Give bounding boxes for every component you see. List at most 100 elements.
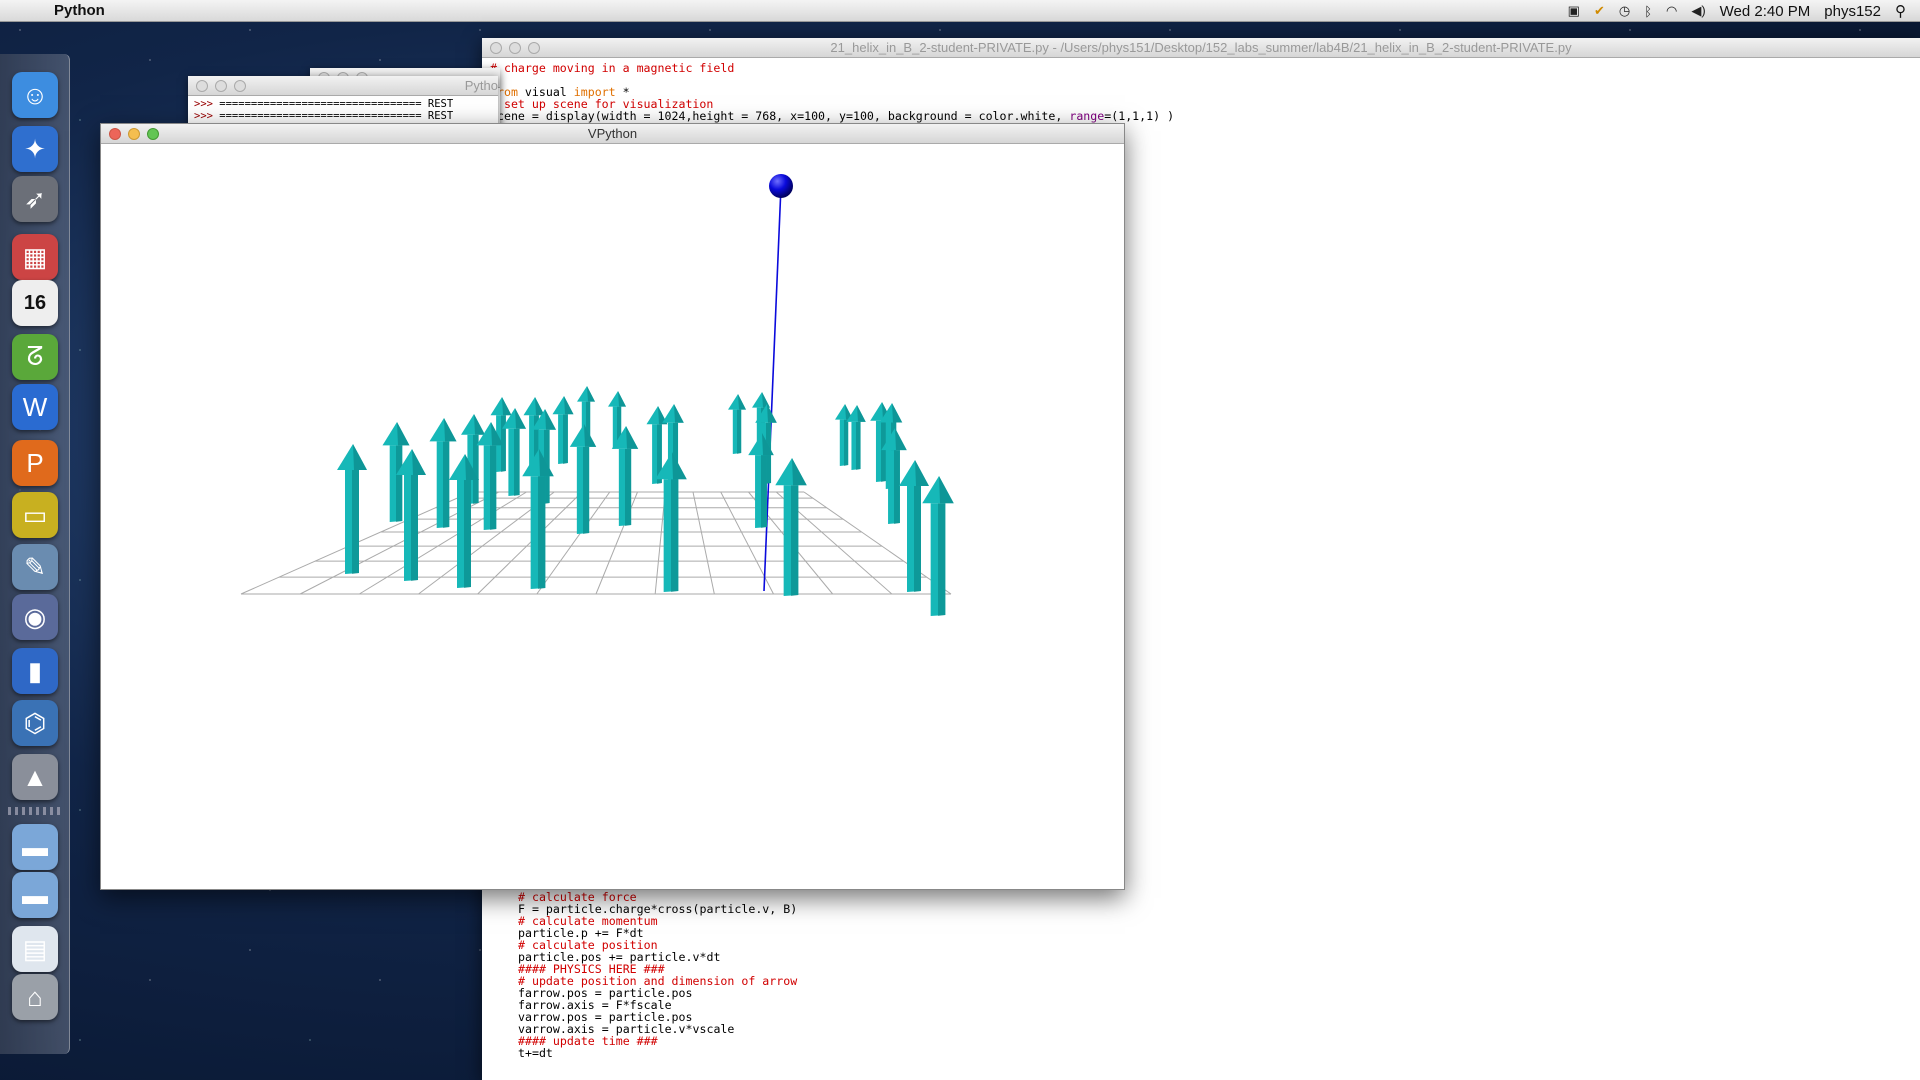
vpn-icon[interactable]: ◉: [12, 594, 58, 640]
calendar-icon[interactable]: 16: [12, 280, 58, 326]
user-menu[interactable]: phys152: [1824, 3, 1881, 20]
arrow-head-shade: [444, 418, 457, 442]
launchpad-icon[interactable]: ➶: [12, 176, 58, 222]
spotlight-icon[interactable]: ⚲: [1895, 2, 1906, 20]
rocket-icon[interactable]: ▲: [12, 754, 58, 800]
arrow-shade: [625, 448, 632, 526]
app-menu[interactable]: Python: [54, 2, 105, 19]
volume-icon[interactable]: ◀): [1691, 3, 1705, 19]
vpython-title: VPython: [587, 126, 638, 141]
logger-device-icon[interactable]: ▭: [12, 492, 58, 538]
arrow-head-shade: [738, 394, 746, 410]
3d-scene-canvas[interactable]: [101, 144, 1124, 889]
vpython-window[interactable]: VPython: [100, 123, 1125, 890]
arrow-shade: [737, 409, 742, 454]
field-arrow: [429, 418, 457, 528]
zoom-button[interactable]: [234, 80, 246, 92]
arrow-head-shade: [895, 428, 907, 451]
arrow-shade: [791, 485, 799, 596]
arrow-head-shade: [674, 404, 684, 423]
arrow-shade: [894, 450, 900, 524]
arrow-head-shade: [564, 396, 574, 415]
minimize-button[interactable]: [128, 128, 140, 140]
powerpoint-icon[interactable]: P: [12, 440, 58, 486]
field-arrow: [835, 404, 853, 466]
arrow-head-shade: [762, 392, 770, 408]
editor-titlebar[interactable]: 21_helix_in_B_2-student-PRIVATE.py - /Us…: [482, 38, 1920, 58]
audio-icon[interactable]: ▮: [12, 648, 58, 694]
arrow-shade: [396, 445, 403, 522]
arrow-head-shade: [626, 426, 639, 449]
code-line[interactable]: scene = display(width = 1024,height = 76…: [490, 110, 1174, 122]
shell-titlebar[interactable]: Pytho: [188, 76, 498, 96]
arrow-head-shade: [412, 449, 426, 475]
shell-line[interactable]: >>> ================================ RES…: [194, 110, 492, 122]
safari-icon[interactable]: ✦: [12, 126, 58, 172]
arrow-shade: [490, 445, 497, 530]
arrow-head-shade: [792, 458, 807, 486]
charged-particle-ball: [769, 174, 793, 198]
minimize-button[interactable]: [215, 80, 227, 92]
field-arrow: [655, 452, 687, 592]
menu-bar: Python ▣ ✔ ◷ ᛒ ◠ ◀) Wed 2:40 PM phys152 …: [0, 0, 1920, 22]
minimize-button[interactable]: [509, 42, 521, 54]
arrow-shade: [583, 446, 590, 534]
zoom-button[interactable]: [528, 42, 540, 54]
dock-separator: [8, 807, 62, 815]
field-arrow: [569, 424, 597, 534]
photo-booth-icon[interactable]: ▦: [12, 234, 58, 280]
field-arrow: [728, 394, 746, 454]
arrow-head-shade: [397, 422, 410, 446]
arrow-shade: [411, 475, 418, 581]
finder-icon[interactable]: ☺: [12, 72, 58, 118]
arrow-shade: [538, 476, 546, 589]
arrow-head-shade: [474, 414, 485, 435]
code-line[interactable]: t+=dt: [518, 1047, 797, 1059]
vpython-window-controls: [109, 128, 159, 140]
extension-icon[interactable]: ▣: [1568, 3, 1580, 19]
shell-output[interactable]: >>> ================================ RES…: [188, 96, 498, 124]
arrow-head-shade: [618, 391, 626, 407]
arrow-head-shade: [515, 408, 526, 429]
bluetooth-icon[interactable]: ᛒ: [1644, 4, 1652, 19]
arrow-shade: [563, 414, 568, 464]
editor-title: 21_helix_in_B_2-student-PRIVATE.py - /Us…: [830, 40, 1572, 55]
checkmark-icon[interactable]: ✔: [1594, 3, 1605, 19]
field-arrow: [337, 444, 367, 574]
close-button[interactable]: [109, 128, 121, 140]
close-button[interactable]: [490, 42, 502, 54]
arrow-shade: [881, 420, 887, 482]
python-launcher-icon[interactable]: ⌬: [12, 700, 58, 746]
logger-app-icon[interactable]: ᘔ: [12, 334, 58, 380]
preview-icon[interactable]: ✎: [12, 544, 58, 590]
field-arrow: [775, 458, 807, 596]
vpython-titlebar[interactable]: VPython: [101, 124, 1124, 144]
clock[interactable]: Wed 2:40 PM: [1720, 3, 1811, 20]
arrow-head-shade: [892, 403, 903, 423]
shell-title: Pytho: [464, 78, 498, 93]
arrow-shade: [914, 486, 921, 592]
code-line[interactable]: # charge moving in a magnetic field: [490, 62, 1174, 74]
code-bottom[interactable]: # calculate force F = particle.charge*cro…: [518, 891, 797, 1059]
zoom-button[interactable]: [147, 128, 159, 140]
folder-1-icon[interactable]: ▬: [12, 824, 58, 870]
trash-icon[interactable]: ⌂: [12, 974, 58, 1020]
arrow-shade: [761, 455, 767, 528]
field-arrow: [476, 422, 504, 530]
trajectory-line: [763, 185, 782, 592]
folder-2-icon[interactable]: ▬: [12, 872, 58, 918]
code-top[interactable]: # charge moving in a magnetic field#from…: [490, 62, 1174, 122]
editor-window-controls: [490, 42, 540, 54]
shell-line[interactable]: >>> ================================ RES…: [194, 98, 492, 110]
arrow-head-shade: [857, 405, 866, 422]
arrow-shade: [938, 503, 946, 616]
close-button[interactable]: [196, 80, 208, 92]
wifi-icon[interactable]: ◠: [1666, 3, 1677, 19]
code-line[interactable]: #### update time ###: [518, 1035, 797, 1047]
word-icon[interactable]: W: [12, 384, 58, 430]
arrow-head-shade: [939, 476, 954, 504]
arrow-head-shade: [587, 386, 595, 402]
documents-icon[interactable]: ▤: [12, 926, 58, 972]
time-machine-icon[interactable]: ◷: [1619, 3, 1630, 19]
arrow-shade: [856, 421, 861, 470]
